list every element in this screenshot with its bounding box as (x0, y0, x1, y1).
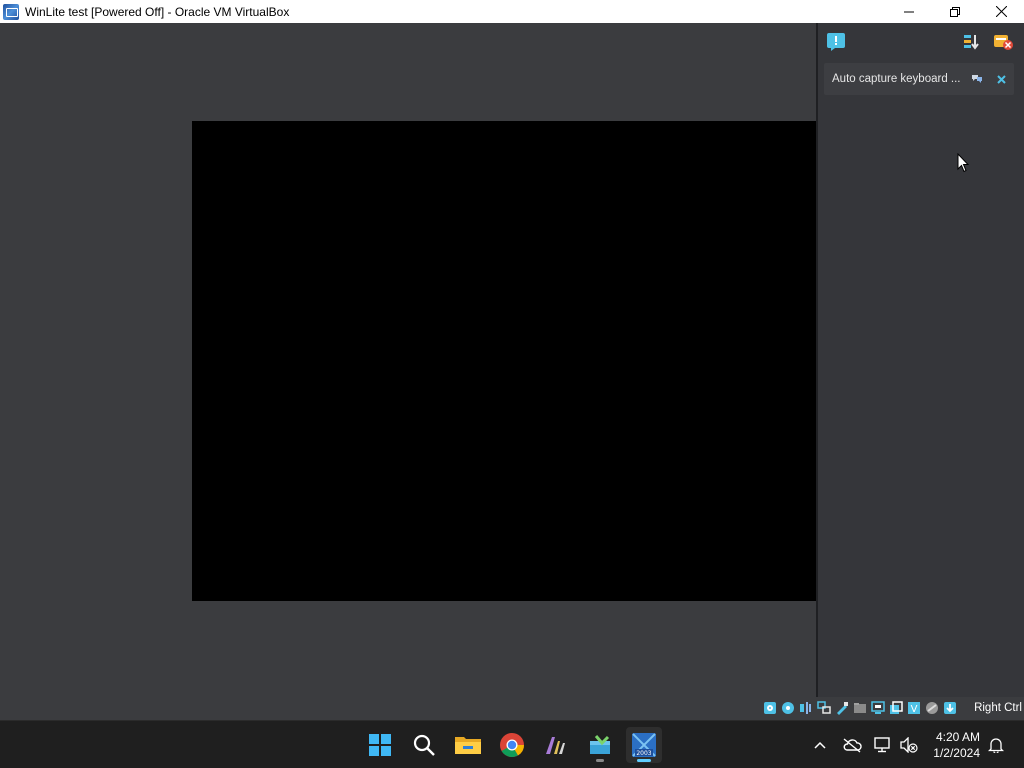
message-icon[interactable] (826, 32, 846, 52)
notification-center: Auto capture keyboard ... (816, 23, 1024, 697)
vm-status-bar: V Right Ctrl (0, 697, 1024, 720)
host-key-label[interactable]: Right Ctrl (974, 702, 1022, 714)
search-icon (413, 734, 435, 756)
maximize-icon (950, 6, 960, 17)
clock-time: 4:20 AM (935, 730, 980, 744)
window-controls (886, 0, 1024, 23)
notification-item: Auto capture keyboard ... (824, 63, 1014, 95)
virtualbox-badge: 2003 (636, 750, 651, 757)
mouse-cursor-icon (957, 153, 969, 173)
taskbar: 2003 4:20 AM 1/2/2024 (0, 720, 1024, 768)
start-button[interactable] (362, 727, 398, 763)
notification-toolbar (818, 23, 1024, 57)
recording-icon[interactable] (888, 700, 904, 716)
status-indicators: V (762, 700, 958, 716)
notification-toggle-button[interactable] (968, 70, 986, 88)
minimize-button[interactable] (886, 0, 932, 23)
virtualbox-icon: 2003 (632, 733, 656, 757)
volume-muted-icon (900, 737, 918, 753)
maximize-button[interactable] (932, 0, 978, 23)
onedrive-icon-button[interactable] (838, 721, 866, 768)
installer-icon (590, 735, 610, 754)
notifications-button[interactable] (984, 721, 1008, 768)
clear-all-icon[interactable] (993, 32, 1013, 52)
app-installer[interactable] (582, 727, 618, 763)
title-bar: WinLite test [Powered Off] - Oracle VM V… (0, 0, 1024, 23)
toggle-icon (972, 75, 982, 83)
shared-folders-icon[interactable] (852, 700, 868, 716)
chrome[interactable] (494, 727, 530, 763)
window-title: WinLite test [Powered Off] - Oracle VM V… (25, 4, 290, 19)
sort-icon[interactable] (962, 32, 982, 52)
file-explorer[interactable] (450, 727, 486, 763)
windows-icon (369, 734, 391, 756)
minimize-icon (904, 11, 914, 12)
close-icon (996, 74, 1006, 84)
network-icon[interactable] (816, 700, 832, 716)
notification-text: Auto capture keyboard ... (832, 73, 961, 85)
audio-icon[interactable] (798, 700, 814, 716)
pen-icon (546, 737, 565, 754)
monitor-network-icon (874, 737, 890, 753)
cpu-icon[interactable]: V (906, 700, 922, 716)
notification-close-button[interactable] (992, 70, 1010, 88)
folder-icon (455, 737, 481, 754)
clock-date: 1/2/2024 (933, 746, 980, 760)
display-icon[interactable] (870, 700, 886, 716)
hard-disk-icon[interactable] (762, 700, 778, 716)
chevron-up-icon (814, 741, 826, 749)
network-tray-button[interactable] (872, 721, 894, 768)
virtualbox-icon (3, 3, 19, 20)
virtualbox[interactable]: 2003 (626, 727, 662, 763)
app-pen[interactable] (538, 727, 574, 763)
close-icon (995, 6, 1007, 17)
optical-drive-icon[interactable] (780, 700, 796, 716)
keyboard-icon[interactable] (942, 700, 958, 716)
vm-display-area[interactable] (0, 23, 816, 697)
cloud-off-icon (843, 738, 862, 753)
volume-tray-button[interactable] (898, 721, 920, 768)
active-indicator (637, 759, 651, 762)
mouse-integration-icon[interactable] (924, 700, 940, 716)
show-hidden-icons-button[interactable] (808, 721, 832, 768)
close-button[interactable] (978, 0, 1024, 23)
clock[interactable]: 4:20 AM 1/2/2024 (933, 729, 980, 761)
running-indicator (596, 759, 604, 762)
usb-icon[interactable] (834, 700, 850, 716)
bell-icon (988, 738, 1004, 753)
vm-screen[interactable] (192, 121, 816, 601)
svg-text:V: V (911, 704, 918, 715)
search-button[interactable] (406, 727, 442, 763)
chrome-icon (500, 733, 524, 758)
